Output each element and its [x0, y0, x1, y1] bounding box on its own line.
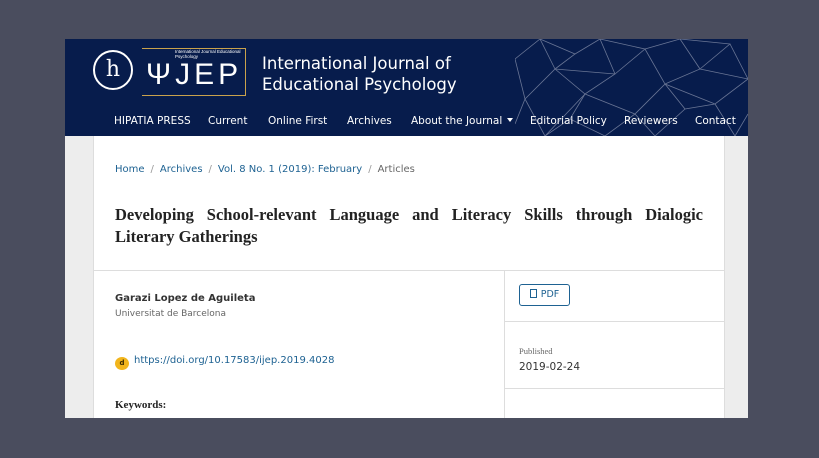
journal-title-line1: International Journal of — [262, 54, 451, 73]
published-label: Published — [519, 346, 553, 356]
doi-link[interactable]: https://doi.org/10.17583/ijep.2019.4028 — [134, 355, 334, 366]
breadcrumb-current: Articles — [377, 164, 415, 175]
nav-item-contact[interactable]: Contact — [695, 115, 736, 127]
main-nav: HIPATIA PRESS Current Online First Archi… — [65, 111, 748, 136]
nav-item-about-journal-label: About the Journal — [411, 115, 503, 127]
column-divider — [504, 270, 505, 418]
published-date: 2019-02-24 — [519, 361, 581, 373]
pdf-button-label: PDF — [540, 289, 560, 300]
journal-logo[interactable]: International Journal Educational Psycho… — [142, 48, 246, 96]
divider — [94, 270, 724, 271]
keywords-label: Keywords: — [115, 399, 167, 411]
nav-item-archives[interactable]: Archives — [347, 115, 392, 127]
chevron-down-icon — [507, 118, 514, 122]
browser-viewport: h International Journal Educational Psyc… — [65, 39, 748, 418]
article-content: Home / Archives / Vol. 8 No. 1 (2019): Febru… — [93, 136, 725, 418]
file-pdf-icon — [529, 289, 537, 298]
breadcrumb-issue[interactable]: Vol. 8 No. 1 (2019): February — [218, 164, 362, 175]
nav-item-current[interactable]: Current — [208, 115, 247, 127]
divider — [505, 321, 724, 322]
breadcrumb-separator: / — [208, 164, 212, 175]
nav-item-hipatia-press[interactable]: HIPATIA PRESS — [114, 115, 191, 127]
nav-item-about-journal[interactable]: About the Journal — [411, 115, 514, 127]
hipatia-logo[interactable]: h — [93, 50, 133, 90]
doi-link-row: d https://doi.org/10.17583/ijep.2019.4028 — [115, 355, 334, 370]
breadcrumb-separator: / — [150, 164, 154, 175]
site-header: h International Journal Educational Psyc… — [65, 39, 748, 136]
doi-icon: d — [115, 357, 129, 370]
breadcrumb: Home / Archives / Vol. 8 No. 1 (2019): Febru… — [115, 164, 415, 175]
breadcrumb-home[interactable]: Home — [115, 164, 145, 175]
journal-title-line2: Educational Psychology — [262, 75, 457, 94]
journal-title[interactable]: International Journal of Educational Psy… — [262, 53, 457, 95]
nav-item-reviewers[interactable]: Reviewers — [624, 115, 678, 127]
breadcrumb-archives[interactable]: Archives — [160, 164, 203, 175]
author-name: Garazi Lopez de Aguileta — [115, 293, 256, 304]
divider — [505, 388, 724, 389]
author-affiliation: Universitat de Barcelona — [115, 309, 226, 319]
article-title: Developing School-relevant Language and … — [115, 205, 703, 246]
nav-item-editorial-policy[interactable]: Editorial Policy — [530, 115, 607, 127]
breadcrumb-separator: / — [368, 164, 372, 175]
journal-logo-text: ΨJEP — [146, 58, 243, 91]
nav-item-online-first[interactable]: Online First — [268, 115, 327, 127]
pdf-button[interactable]: PDF — [519, 284, 570, 306]
